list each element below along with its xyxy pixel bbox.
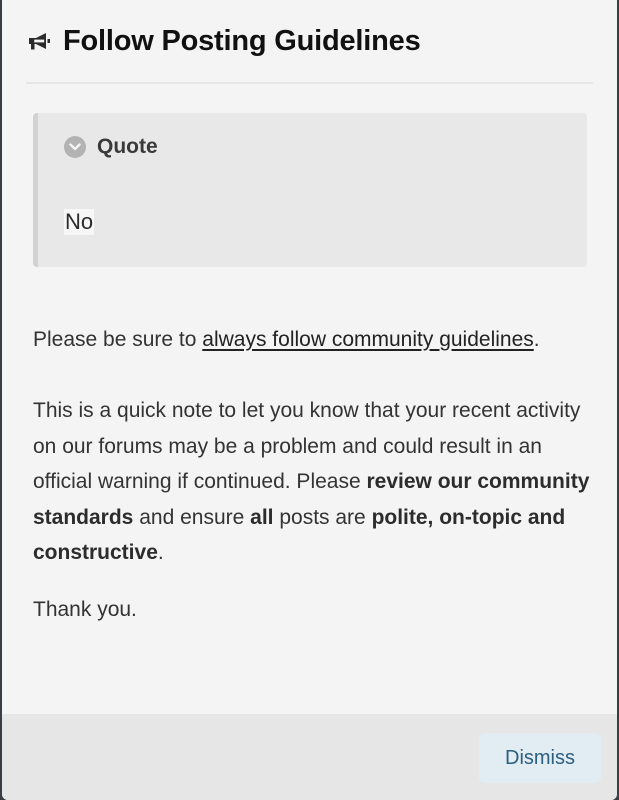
posting-guidelines-dialog: Follow Posting Guidelines Quote No Pleas… bbox=[2, 0, 617, 800]
guidelines-intro: Please be sure to always follow communit… bbox=[33, 322, 593, 358]
quote-content: No bbox=[64, 209, 95, 235]
quote-block: Quote No bbox=[33, 113, 587, 267]
quote-header[interactable]: Quote bbox=[64, 135, 158, 159]
dismiss-button[interactable]: Dismiss bbox=[479, 733, 601, 783]
dialog-header: Follow Posting Guidelines bbox=[26, 0, 593, 84]
chevron-down-icon[interactable] bbox=[64, 136, 86, 158]
community-guidelines-link[interactable]: always follow community guidelines bbox=[202, 328, 533, 351]
intro-suffix: . bbox=[533, 328, 540, 351]
megaphone-icon bbox=[27, 28, 53, 54]
note-text-2: and ensure bbox=[133, 505, 251, 529]
note-text-3: posts are bbox=[273, 505, 372, 529]
quote-label: Quote bbox=[97, 135, 158, 158]
closing-text: Thank you. bbox=[33, 598, 137, 621]
note-bold-all: all bbox=[250, 505, 274, 529]
note-text-4: . bbox=[157, 541, 164, 564]
warning-note: This is a quick note to let you know tha… bbox=[33, 393, 593, 571]
intro-prefix: Please be sure to bbox=[33, 328, 203, 351]
dialog-title: Follow Posting Guidelines bbox=[63, 24, 421, 57]
dialog-footer: Dismiss bbox=[2, 714, 617, 800]
